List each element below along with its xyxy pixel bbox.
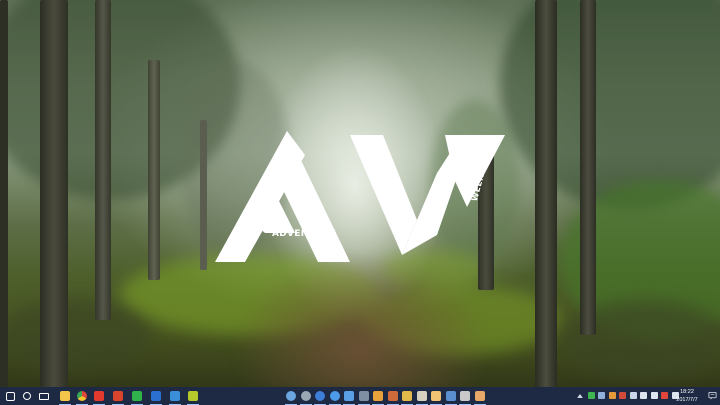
gallery-icon-glyph (387, 391, 398, 401)
image-app-icon[interactable] (473, 389, 487, 405)
globe-app-icon[interactable] (313, 389, 327, 405)
chrome-browser-icon[interactable] (75, 389, 89, 405)
notes-icon-glyph (431, 391, 441, 401)
safari-compass-icon[interactable] (328, 389, 342, 405)
office-app-icon[interactable] (111, 389, 125, 405)
blue-app-icon-glyph (151, 391, 161, 401)
gear-app-icon[interactable] (299, 389, 313, 405)
start-button-icon[interactable] (3, 389, 17, 403)
chevron-up-icon[interactable] (577, 394, 583, 398)
shield-tray-icon[interactable] (619, 392, 626, 399)
start-button-icon-glyph (5, 391, 15, 401)
folder-icon-glyph (344, 391, 354, 401)
yellow-green-app-icon-glyph (188, 391, 198, 401)
folder-icon[interactable] (342, 389, 356, 405)
taskbar-clock[interactable]: 18:22 2017/7/7 (670, 388, 704, 404)
star-app-icon[interactable] (415, 389, 429, 405)
pen-icon-glyph (460, 391, 470, 401)
orange-tray-icon[interactable] (608, 392, 616, 399)
chrome-browser-icon-glyph (77, 391, 87, 401)
grid-app-icon[interactable] (400, 389, 414, 405)
star-app-icon-glyph (416, 391, 427, 401)
volume-icon[interactable] (650, 392, 658, 399)
pen-icon[interactable] (458, 389, 472, 405)
paint-icon[interactable] (371, 389, 385, 405)
notes-icon[interactable] (429, 389, 443, 405)
red-app-icon[interactable] (92, 389, 106, 405)
office-app-icon-glyph (113, 391, 123, 401)
file-explorer-icon[interactable] (58, 389, 72, 405)
cloud-tray-icon[interactable] (598, 392, 605, 399)
browser-globe-icon[interactable] (284, 389, 298, 405)
monitor-icon[interactable] (357, 389, 371, 405)
globe-app-icon-glyph (315, 391, 325, 401)
input-method-icon[interactable] (661, 392, 668, 399)
logo-letter-w-1 (350, 135, 417, 255)
logo-letter-a-right (275, 131, 350, 262)
feather-icon[interactable] (444, 389, 458, 405)
green-app-icon[interactable] (130, 389, 144, 405)
green-tray-icon[interactable] (587, 392, 595, 399)
yellow-green-app-icon[interactable] (186, 389, 200, 405)
browser-globe-icon-glyph (286, 391, 296, 401)
safari-compass-icon-glyph (329, 391, 340, 401)
checkmark-app-icon-glyph (170, 391, 180, 401)
image-app-icon-glyph (474, 391, 485, 401)
file-explorer-icon-glyph (60, 391, 70, 401)
clock-time: 18:22 (680, 389, 694, 395)
monitor-icon-glyph (358, 391, 369, 401)
cortana-search-icon-glyph (23, 392, 31, 400)
checkmark-app-icon[interactable] (168, 389, 182, 405)
feather-icon-glyph (445, 391, 456, 401)
blue-app-icon[interactable] (149, 389, 163, 405)
taskbar: 18:22 2017/7/7 (0, 387, 720, 405)
gear-app-icon-glyph (300, 391, 311, 401)
clock-date: 2017/7/7 (676, 397, 698, 403)
action-center-icon[interactable] (708, 391, 717, 400)
desktop[interactable]: ADVENTURE WEEKDAYS 18:22 2017/7/7 (0, 0, 720, 405)
paint-icon-glyph (373, 391, 383, 401)
gallery-icon[interactable] (386, 389, 400, 405)
grid-app-icon-glyph (402, 391, 412, 401)
cloud-sync-icon[interactable] (629, 392, 637, 399)
cortana-search-icon[interactable] (20, 389, 34, 403)
task-view-icon[interactable] (37, 389, 51, 403)
green-app-icon-glyph (132, 391, 142, 401)
logo-text-adventure: ADVENTURE (272, 229, 337, 239)
red-app-icon-glyph (94, 391, 104, 401)
task-view-icon-glyph (39, 392, 49, 400)
network-icon[interactable] (640, 392, 647, 399)
